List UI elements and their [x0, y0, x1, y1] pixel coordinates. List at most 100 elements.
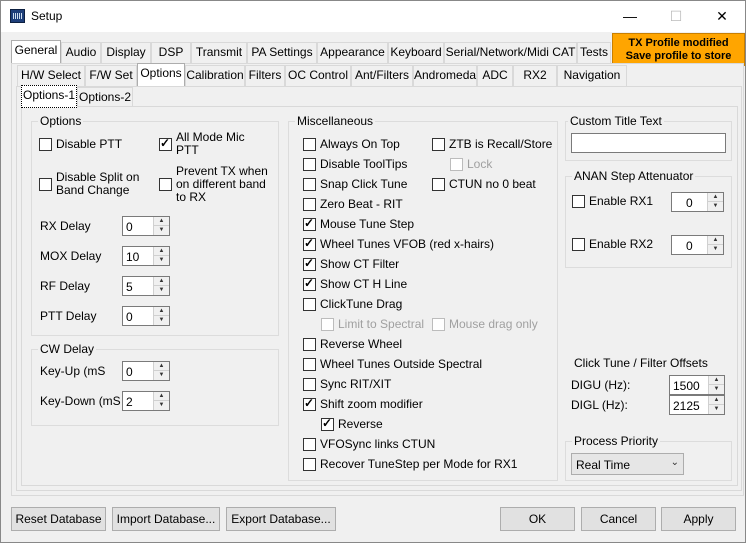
- tab-ant-filters[interactable]: Ant/Filters: [351, 65, 413, 86]
- lock-checkbox[interactable]: [450, 158, 463, 171]
- spin-down-icon[interactable]: ▼: [154, 286, 169, 295]
- tab-pa-settings[interactable]: PA Settings: [247, 42, 317, 63]
- show-ct-filter-checkbox[interactable]: [303, 256, 316, 271]
- key-down-spinner[interactable]: 2 ▲ ▼: [122, 391, 170, 411]
- tab-tests[interactable]: Tests: [577, 42, 611, 63]
- rf-delay-spinner[interactable]: 5 ▲ ▼: [122, 276, 170, 296]
- ok-button[interactable]: OK: [500, 507, 575, 531]
- tab-hw-select[interactable]: H/W Select: [17, 65, 85, 86]
- rx-delay-spinner[interactable]: 0 ▲ ▼: [122, 216, 170, 236]
- spin-up-icon[interactable]: ▲: [154, 247, 169, 256]
- close-icon[interactable]: ✕: [699, 1, 745, 32]
- tab-display[interactable]: Display: [101, 42, 151, 63]
- mouse-drag-only-checkbox[interactable]: [432, 318, 445, 331]
- custom-title-input[interactable]: [571, 133, 726, 153]
- tab-calibration[interactable]: Calibration: [185, 65, 245, 86]
- tab-general[interactable]: General: [11, 40, 61, 63]
- tab-dsp[interactable]: DSP: [151, 42, 191, 63]
- spin-up-icon[interactable]: ▲: [708, 236, 723, 245]
- rx1-attenuator-spinner[interactable]: 0 ▲ ▼: [671, 192, 724, 212]
- tab-options-2[interactable]: Options-2: [77, 87, 133, 108]
- mouse-tune-step-checkbox[interactable]: [303, 216, 316, 231]
- all-mode-mic-ptt-checkbox[interactable]: [159, 136, 172, 151]
- apply-button[interactable]: Apply: [661, 507, 736, 531]
- snap-click-tune-label: Snap Click Tune: [320, 177, 408, 191]
- spin-up-icon[interactable]: ▲: [708, 193, 723, 202]
- prevent-tx-checkbox[interactable]: [159, 178, 172, 191]
- reverse-wheel-label: Reverse Wheel: [320, 337, 403, 351]
- disable-ptt-checkbox[interactable]: [39, 138, 52, 151]
- spin-up-icon[interactable]: ▲: [154, 392, 169, 401]
- tx-profile-modified-notice: TX Profile modified Save profile to stor…: [612, 33, 745, 66]
- spin-down-icon[interactable]: ▼: [154, 401, 169, 410]
- spin-down-icon[interactable]: ▼: [708, 245, 723, 254]
- spin-up-icon[interactable]: ▲: [154, 307, 169, 316]
- wheel-tunes-outside-spectral-checkbox[interactable]: [303, 358, 316, 371]
- disable-split-checkbox[interactable]: [39, 178, 52, 191]
- key-up-spinner[interactable]: 0 ▲ ▼: [122, 361, 170, 381]
- always-on-top-checkbox[interactable]: [303, 138, 316, 151]
- spin-up-icon[interactable]: ▲: [154, 362, 169, 371]
- tab-oc-control[interactable]: OC Control: [285, 65, 351, 86]
- spin-down-icon[interactable]: ▼: [709, 385, 724, 394]
- enable-rx1-label: Enable RX1: [589, 194, 654, 208]
- digl-spinner[interactable]: 2125 ▲ ▼: [669, 395, 725, 415]
- export-database-button[interactable]: Export Database...: [226, 507, 336, 531]
- spin-down-icon[interactable]: ▼: [709, 405, 724, 414]
- enable-rx2-checkbox[interactable]: [572, 238, 585, 251]
- rx2-attenuator-spinner[interactable]: 0 ▲ ▼: [671, 235, 724, 255]
- mox-delay-spinner[interactable]: 10 ▲ ▼: [122, 246, 170, 266]
- ctun-no-0-beat-checkbox[interactable]: [432, 178, 445, 191]
- reset-database-button[interactable]: Reset Database: [11, 507, 106, 531]
- process-priority-select[interactable]: Real Time ⌄: [571, 453, 684, 475]
- ptt-delay-spinner[interactable]: 0 ▲ ▼: [122, 306, 170, 326]
- tab-keyboard[interactable]: Keyboard: [388, 42, 444, 63]
- spin-down-icon[interactable]: ▼: [154, 371, 169, 380]
- spin-down-icon[interactable]: ▼: [708, 202, 723, 211]
- key-up-value: 0: [126, 365, 133, 379]
- minimize-icon[interactable]: —: [607, 1, 653, 32]
- wheel-tunes-vfob-checkbox[interactable]: [303, 236, 316, 251]
- tab-adc[interactable]: ADC: [477, 65, 513, 86]
- shift-zoom-modifier-checkbox[interactable]: [303, 396, 316, 411]
- import-database-button[interactable]: Import Database...: [112, 507, 220, 531]
- spin-up-icon[interactable]: ▲: [709, 396, 724, 405]
- mouse-drag-only-label: Mouse drag only: [449, 317, 538, 331]
- reverse-checkbox[interactable]: [321, 416, 334, 431]
- tab-audio[interactable]: Audio: [61, 42, 101, 63]
- show-ct-h-line-checkbox[interactable]: [303, 276, 316, 291]
- tab-filters[interactable]: Filters: [245, 65, 285, 86]
- snap-click-tune-checkbox[interactable]: [303, 178, 316, 191]
- reverse-wheel-checkbox[interactable]: [303, 338, 316, 351]
- tab-appearance[interactable]: Appearance: [317, 42, 388, 63]
- limit-to-spectral-checkbox[interactable]: [321, 318, 334, 331]
- tab-options[interactable]: Options: [137, 63, 185, 86]
- spin-up-icon[interactable]: ▲: [709, 376, 724, 385]
- spin-up-icon[interactable]: ▲: [154, 217, 169, 226]
- maximize-icon[interactable]: ☐: [653, 1, 699, 32]
- ztb-recall-store-checkbox[interactable]: [432, 138, 445, 151]
- tab-andromeda[interactable]: Andromeda: [413, 65, 477, 86]
- tab-fw-set[interactable]: F/W Set: [85, 65, 137, 86]
- recover-tunestep-checkbox[interactable]: [303, 458, 316, 471]
- sync-rit-xit-checkbox[interactable]: [303, 378, 316, 391]
- tab-navigation[interactable]: Navigation: [557, 65, 627, 86]
- spin-down-icon[interactable]: ▼: [154, 256, 169, 265]
- tab-transmit[interactable]: Transmit: [191, 42, 247, 63]
- enable-rx1-checkbox[interactable]: [572, 195, 585, 208]
- disable-tooltips-checkbox[interactable]: [303, 158, 316, 171]
- disable-split-label: Disable Split on Band Change: [56, 170, 140, 197]
- key-up-label: Key-Up (mS: [40, 364, 106, 378]
- digu-spinner[interactable]: 1500 ▲ ▼: [669, 375, 725, 395]
- spin-down-icon[interactable]: ▼: [154, 226, 169, 235]
- zero-beat-rit-label: Zero Beat - RIT: [320, 197, 403, 211]
- cancel-button[interactable]: Cancel: [581, 507, 656, 531]
- tab-rx2[interactable]: RX2: [513, 65, 557, 86]
- tab-serial-network-midi-cat[interactable]: Serial/Network/Midi CAT: [444, 42, 577, 63]
- tab-options-1[interactable]: Options-1: [21, 85, 77, 108]
- spin-down-icon[interactable]: ▼: [154, 316, 169, 325]
- clicktune-drag-checkbox[interactable]: [303, 298, 316, 311]
- spin-up-icon[interactable]: ▲: [154, 277, 169, 286]
- zero-beat-rit-checkbox[interactable]: [303, 198, 316, 211]
- vfosync-links-ctun-checkbox[interactable]: [303, 438, 316, 451]
